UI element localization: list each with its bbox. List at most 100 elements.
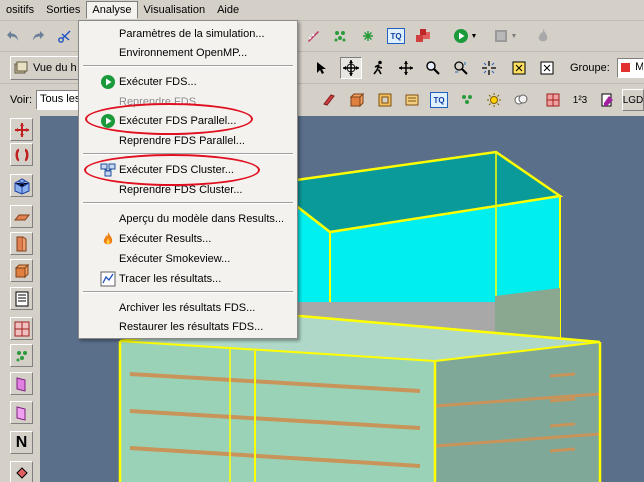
view-label: Voir: (10, 94, 33, 106)
view-icon (14, 61, 28, 74)
legend-button[interactable]: LGD (622, 89, 644, 111)
sprinkler-button[interactable] (357, 25, 379, 47)
stop-button[interactable]: ▼ (490, 25, 520, 47)
select-tool-button[interactable] (310, 57, 332, 79)
edit-button[interactable] (596, 89, 618, 111)
zoom-region-icon (454, 61, 468, 75)
fire-button[interactable] (532, 25, 554, 47)
grid-icon (546, 93, 560, 107)
menu-sorties[interactable]: Sorties (40, 1, 86, 19)
menu-item-run-fds[interactable]: Exécuter FDS... (80, 72, 296, 91)
block-icon (14, 263, 29, 278)
slab-icon (13, 214, 30, 220)
boxes-button[interactable] (413, 25, 435, 47)
redo-button[interactable] (27, 25, 49, 47)
menu-item-run-fds-parallel[interactable]: Exécuter FDS Parallel... (80, 111, 296, 130)
menu-item-restore-results[interactable]: Restaurer les résultats FDS... (80, 317, 296, 336)
obstruction-button[interactable] (318, 89, 340, 111)
window-button[interactable] (10, 401, 33, 424)
door-button[interactable] (10, 372, 33, 395)
particles-button[interactable] (329, 25, 351, 47)
legend-label: LGD (622, 94, 644, 106)
menu-item-run-fds-cluster[interactable]: Exécuter FDS Cluster... (80, 160, 296, 179)
window-icon (16, 405, 25, 421)
wall-button[interactable] (10, 232, 33, 255)
menu-item-preview-results[interactable]: Aperçu du modèle dans Results... (80, 209, 296, 228)
block-button[interactable] (346, 89, 368, 111)
cut-button[interactable] (54, 25, 76, 47)
ruler-icon (308, 31, 319, 42)
boxes-icon (416, 29, 430, 42)
run-green-icon (101, 75, 115, 89)
menu-item-resume-fds-cluster[interactable]: Reprendre FDS Cluster... (80, 180, 296, 199)
numbering-button[interactable]: 1²3 (568, 89, 592, 111)
menu-aide[interactable]: Aide (211, 1, 245, 19)
run-simulation-button[interactable]: ▼ (450, 25, 480, 47)
red-square-button[interactable] (542, 89, 564, 111)
mesh-button[interactable] (10, 174, 33, 197)
tq-icon: TQ (387, 28, 405, 44)
slab-button[interactable] (10, 205, 33, 228)
menu-item-openmp[interactable]: Environnement OpenMP... (80, 43, 296, 62)
node-button[interactable]: N (10, 431, 33, 454)
menu-item-archive-results[interactable]: Archiver les résultats FDS... (80, 298, 296, 317)
menu-item-simulation-params[interactable]: Paramètres de la simulation... (80, 24, 296, 43)
select-object-button[interactable] (10, 118, 33, 141)
zoom-tool-button[interactable] (422, 57, 444, 79)
group-select[interactable]: M (617, 58, 644, 78)
chevron-down-icon: ▼ (510, 32, 518, 40)
move-icon (14, 122, 29, 137)
menu-separator (83, 291, 293, 293)
smoke-icon (514, 94, 528, 105)
tq-button-top[interactable]: TQ (385, 25, 407, 47)
zoom-fit-button[interactable] (508, 57, 530, 79)
hole-button[interactable] (374, 89, 396, 111)
tq-icon: TQ (430, 92, 448, 108)
walk-icon (373, 60, 383, 75)
vent-button[interactable] (401, 89, 423, 111)
block-tool-button[interactable] (10, 259, 33, 282)
heat-detector-button[interactable] (483, 89, 505, 111)
scissors-icon (58, 30, 71, 43)
tq-button[interactable]: TQ (428, 89, 450, 111)
particles-view-button[interactable] (456, 89, 478, 111)
view-button[interactable]: Vue du h (10, 56, 80, 80)
menu-analyse[interactable]: Analyse (86, 1, 138, 19)
pan-tool-button[interactable] (395, 57, 417, 79)
menu-visualisation[interactable]: Visualisation (138, 1, 212, 19)
numbering-icon: 1²3 (572, 94, 588, 106)
particles-icon (16, 350, 27, 361)
zoom-extent-button[interactable] (536, 57, 558, 79)
run-green-icon (101, 114, 115, 128)
hole-tool-button[interactable] (10, 317, 33, 340)
menu-separator (83, 65, 293, 67)
menu-item-resume-fds-parallel[interactable]: Reprendre FDS Parallel... (80, 131, 296, 150)
connect-button[interactable] (10, 143, 33, 166)
menu-separator (83, 153, 293, 155)
menu-dispositifs[interactable]: ositifs (0, 1, 40, 19)
zoom-region-button[interactable] (450, 57, 472, 79)
fit-button[interactable] (478, 57, 500, 79)
particle-tool-button[interactable] (10, 344, 33, 367)
room-button[interactable] (10, 287, 33, 310)
hole-icon (378, 93, 392, 107)
redo-icon (33, 31, 44, 41)
flame-icon (103, 232, 113, 245)
orbit-tool-button[interactable] (340, 57, 362, 79)
group-icon (621, 62, 630, 72)
menu-item-plot-results[interactable]: Tracer les résultats... (80, 269, 296, 288)
walk-tool-button[interactable] (368, 57, 390, 79)
group-label: Groupe: (570, 62, 610, 74)
ruler-tool-button[interactable] (302, 25, 324, 47)
menu-item-run-smokeview[interactable]: Exécuter Smokeview... (80, 249, 296, 268)
undo-icon (7, 31, 18, 41)
fire-icon (538, 29, 548, 42)
particles-icon (334, 31, 346, 42)
obstruction-icon (323, 94, 335, 106)
smoke-button[interactable] (510, 89, 532, 111)
view-button-label: Vue du h (33, 62, 77, 74)
fill-button[interactable] (10, 461, 33, 482)
undo-button[interactable] (2, 25, 24, 47)
menu-item-run-results[interactable]: Exécuter Results... (80, 229, 296, 248)
door-icon (16, 376, 25, 392)
